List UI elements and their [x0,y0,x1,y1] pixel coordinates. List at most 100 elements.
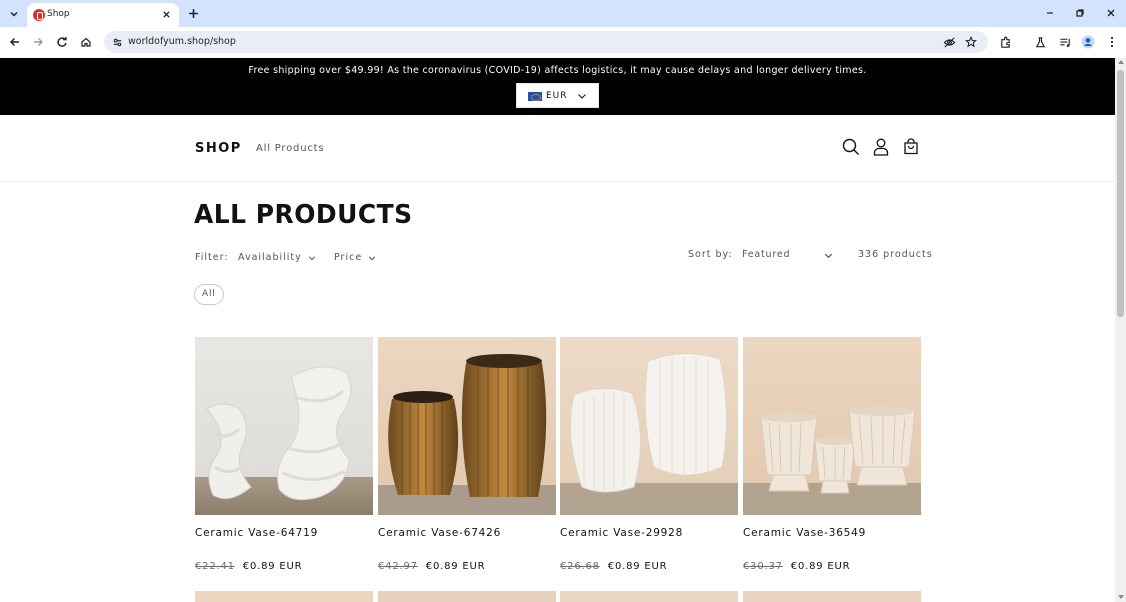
forward-button[interactable] [30,34,46,50]
filter-availability-dropdown[interactable]: Availability [238,252,316,263]
compare-at-price: €22.41 [195,561,235,572]
currency-label: EUR [546,91,568,101]
product-image-partial[interactable] [378,591,556,602]
star-icon [965,36,977,48]
plus-icon [188,8,198,18]
home-icon [81,37,91,47]
product-price: €26.68 €0.89 EUR [560,561,667,572]
chevron-down-icon [824,253,833,259]
close-icon [1107,9,1115,17]
filter-price-dropdown[interactable]: Price [334,252,376,263]
product-image-partial[interactable] [560,591,738,602]
sale-price: €0.89 EUR [242,561,303,572]
sort-select[interactable]: Featured [742,249,834,260]
site-info-icon [113,38,121,46]
compare-at-price: €42.97 [378,561,418,572]
tracking-protection-button[interactable] [942,35,956,49]
product-title[interactable]: Ceramic Vase-67426 [378,527,501,539]
extensions-button[interactable] [997,34,1013,50]
active-filter-pill-all[interactable]: All [194,284,224,305]
chevron-down-icon [369,255,376,260]
sort-label: Sort by: [688,249,733,260]
profile-button[interactable] [1080,34,1096,50]
tab-close-button[interactable] [159,7,173,21]
labs-button[interactable] [1032,34,1048,50]
media-icon [1059,38,1070,47]
product-count: 336 products [858,249,933,260]
account-button[interactable] [871,137,891,157]
labs-icon [1035,36,1045,47]
forward-icon [34,38,43,46]
site-favicon-icon [33,9,45,21]
cart-icon [904,138,918,155]
back-button[interactable] [7,34,23,50]
url-text: worldofyum.shop/shop [128,36,236,47]
product-image-partial[interactable] [195,591,373,602]
compare-at-price: €26.68 [560,561,600,572]
reload-button[interactable] [54,34,70,50]
chevron-down-icon [10,11,18,17]
profile-icon [1081,35,1095,49]
nav-link-all-products[interactable]: All Products [256,143,324,154]
site-info-button[interactable] [110,35,124,49]
page-scrollbar[interactable] [1115,58,1126,602]
page-title: ALL PRODUCTS [194,200,413,230]
sale-price: €0.89 EUR [607,561,668,572]
product-image[interactable] [743,337,921,515]
sale-price: €0.89 EUR [425,561,486,572]
filter-label: Filter: [195,252,229,263]
browser-toolbar: worldofyum.shop/shop [0,27,1126,58]
minimize-icon [1047,12,1053,14]
chevron-down-icon [578,94,586,99]
scroll-down-arrow[interactable] [1118,595,1124,599]
product-image[interactable] [560,337,738,515]
browser-tab-strip: Shop [0,0,1126,27]
search-button[interactable] [841,137,861,157]
new-tab-button[interactable] [186,6,200,20]
home-button[interactable] [78,34,94,50]
product-price: €42.97 €0.89 EUR [378,561,485,572]
minimize-button[interactable] [1043,6,1057,20]
product-price: €30.37 €0.89 EUR [743,561,850,572]
extensions-icon [1000,36,1010,48]
cart-button[interactable] [901,137,921,157]
compare-at-price: €30.37 [743,561,783,572]
eu-flag-icon [528,92,542,101]
site-header: SHOP All Products [0,115,1115,182]
media-control-button[interactable] [1057,34,1073,50]
browser-menu-button[interactable] [1104,34,1120,50]
bookmark-button[interactable] [964,35,978,49]
restore-icon [1076,9,1084,17]
chevron-down-icon [308,255,315,260]
sale-price: €0.89 EUR [790,561,851,572]
tab-title: Shop [47,9,70,19]
address-bar[interactable]: worldofyum.shop/shop [104,31,988,53]
browser-tab[interactable]: Shop [27,3,179,27]
product-image[interactable] [195,337,373,515]
site-logo[interactable]: SHOP [195,141,242,156]
product-image[interactable] [378,337,556,515]
product-image-partial[interactable] [743,591,921,602]
product-title[interactable]: Ceramic Vase-36549 [743,527,866,539]
announcement-bar: Free shipping over $49.99! As the corona… [0,58,1115,115]
scroll-up-arrow[interactable] [1118,60,1124,64]
eye-off-icon [943,36,955,48]
scrollbar-thumb[interactable] [1117,70,1124,317]
tab-search-button[interactable] [5,5,23,23]
product-title[interactable]: Ceramic Vase-64719 [195,527,318,539]
filter-price-label: Price [334,252,363,263]
close-window-button[interactable] [1104,6,1118,20]
restore-button[interactable] [1073,6,1087,20]
close-icon [162,10,170,18]
product-title[interactable]: Ceramic Vase-29928 [560,527,683,539]
menu-icon [1110,36,1114,48]
back-icon [10,38,19,46]
search-icon [842,138,859,155]
reload-icon [57,37,67,47]
web-page: Free shipping over $49.99! As the corona… [0,58,1115,602]
currency-selector[interactable]: EUR [516,83,599,108]
filter-availability-label: Availability [238,252,302,263]
account-icon [873,138,889,156]
announcement-text: Free shipping over $49.99! As the corona… [248,65,867,76]
product-price: €22.41 €0.89 EUR [195,561,302,572]
